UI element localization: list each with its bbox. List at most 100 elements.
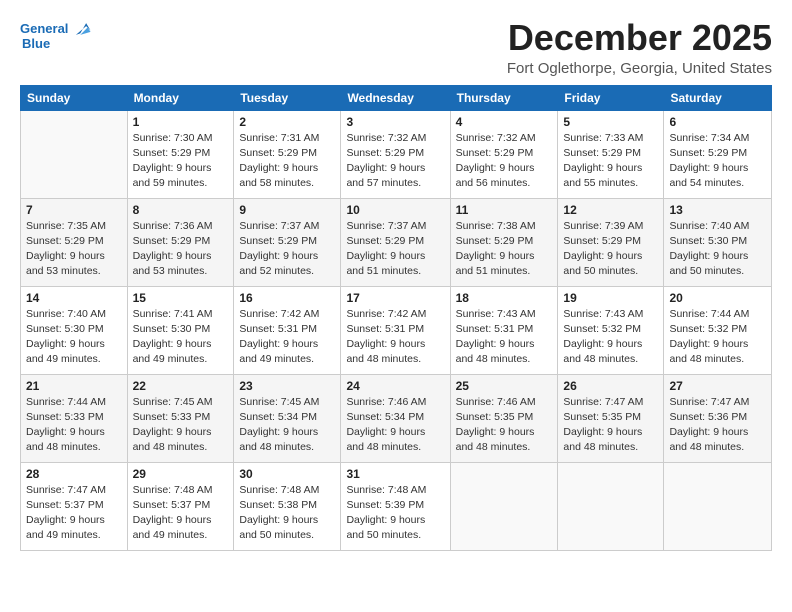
day-number: 29	[133, 467, 229, 481]
day-number: 12	[563, 203, 658, 217]
day-cell: 10 Sunrise: 7:37 AM Sunset: 5:29 PM Dayli…	[341, 198, 450, 286]
day-cell: 3 Sunrise: 7:32 AM Sunset: 5:29 PM Daylig…	[341, 110, 450, 198]
weekday-header-wednesday: Wednesday	[341, 85, 450, 110]
day-cell: 12 Sunrise: 7:39 AM Sunset: 5:29 PM Dayli…	[558, 198, 664, 286]
day-number: 22	[133, 379, 229, 393]
day-number: 4	[456, 115, 553, 129]
day-cell: 5Sunrise: 7:33 AM Sunset: 5:29 PM Daylig…	[558, 110, 664, 198]
day-cell: 29 Sunrise: 7:48 AM Sunset: 5:37 PM Dayli…	[127, 462, 234, 550]
day-detail: Sunrise: 7:37 AM Sunset: 5:29 PM Dayligh…	[239, 219, 335, 280]
weekday-header-friday: Friday	[558, 85, 664, 110]
day-number: 14	[26, 291, 122, 305]
day-detail: Sunrise: 7:44 AM Sunset: 5:32 PM Dayligh…	[669, 307, 766, 368]
day-cell: 14 Sunrise: 7:40 AM Sunset: 5:30 PM Dayli…	[21, 286, 128, 374]
day-number: 28	[26, 467, 122, 481]
day-cell: 17Sunrise: 7:42 AM Sunset: 5:31 PM Dayli…	[341, 286, 450, 374]
day-number: 23	[239, 379, 335, 393]
logo-text: General	[20, 21, 68, 37]
day-number: 18	[456, 291, 553, 305]
logo: General Blue	[20, 18, 92, 51]
day-detail: Sunrise: 7:48 AM Sunset: 5:37 PM Dayligh…	[133, 483, 229, 544]
day-cell: 24 Sunrise: 7:46 AM Sunset: 5:34 PM Dayli…	[341, 374, 450, 462]
day-number: 24	[346, 379, 444, 393]
day-detail: Sunrise: 7:45 AM Sunset: 5:33 PM Dayligh…	[133, 395, 229, 456]
day-detail: Sunrise: 7:34 AM Sunset: 5:29 PM Dayligh…	[669, 131, 766, 192]
day-detail: Sunrise: 7:37 AM Sunset: 5:29 PM Dayligh…	[346, 219, 444, 280]
day-cell	[21, 110, 128, 198]
weekday-header-row: SundayMondayTuesdayWednesdayThursdayFrid…	[21, 85, 772, 110]
week-row-2: 7Sunrise: 7:35 AM Sunset: 5:29 PM Daylig…	[21, 198, 772, 286]
day-number: 8	[133, 203, 229, 217]
week-row-5: 28 Sunrise: 7:47 AM Sunset: 5:37 PM Dayli…	[21, 462, 772, 550]
title-area: December 2025 Fort Oglethorpe, Georgia, …	[507, 18, 772, 77]
day-number: 31	[346, 467, 444, 481]
day-detail: Sunrise: 7:48 AM Sunset: 5:38 PM Dayligh…	[239, 483, 335, 544]
day-detail: Sunrise: 7:48 AM Sunset: 5:39 PM Dayligh…	[346, 483, 444, 544]
day-number: 30	[239, 467, 335, 481]
day-number: 10	[346, 203, 444, 217]
day-number: 20	[669, 291, 766, 305]
day-number: 11	[456, 203, 553, 217]
day-detail: Sunrise: 7:40 AM Sunset: 5:30 PM Dayligh…	[26, 307, 122, 368]
day-number: 26	[563, 379, 658, 393]
day-cell: 1Sunrise: 7:30 AM Sunset: 5:29 PM Daylig…	[127, 110, 234, 198]
day-detail: Sunrise: 7:45 AM Sunset: 5:34 PM Dayligh…	[239, 395, 335, 456]
logo-icon	[70, 18, 92, 40]
day-number: 16	[239, 291, 335, 305]
day-number: 9	[239, 203, 335, 217]
header: General Blue December 2025 Fort Oglethor…	[20, 18, 772, 77]
day-number: 15	[133, 291, 229, 305]
day-cell: 7Sunrise: 7:35 AM Sunset: 5:29 PM Daylig…	[21, 198, 128, 286]
day-cell: 18 Sunrise: 7:43 AM Sunset: 5:31 PM Dayli…	[450, 286, 558, 374]
day-cell: 11Sunrise: 7:38 AM Sunset: 5:29 PM Dayli…	[450, 198, 558, 286]
day-number: 3	[346, 115, 444, 129]
month-title: December 2025	[507, 18, 772, 58]
day-number: 21	[26, 379, 122, 393]
page: General Blue December 2025 Fort Oglethor…	[0, 0, 792, 612]
day-number: 27	[669, 379, 766, 393]
day-number: 19	[563, 291, 658, 305]
day-cell: 22 Sunrise: 7:45 AM Sunset: 5:33 PM Dayli…	[127, 374, 234, 462]
day-cell: 31 Sunrise: 7:48 AM Sunset: 5:39 PM Dayli…	[341, 462, 450, 550]
day-detail: Sunrise: 7:39 AM Sunset: 5:29 PM Dayligh…	[563, 219, 658, 280]
day-detail: Sunrise: 7:43 AM Sunset: 5:31 PM Dayligh…	[456, 307, 553, 368]
day-detail: Sunrise: 7:47 AM Sunset: 5:36 PM Dayligh…	[669, 395, 766, 456]
day-detail: Sunrise: 7:40 AM Sunset: 5:30 PM Dayligh…	[669, 219, 766, 280]
day-number: 13	[669, 203, 766, 217]
day-cell: 16 Sunrise: 7:42 AM Sunset: 5:31 PM Dayli…	[234, 286, 341, 374]
week-row-4: 21Sunrise: 7:44 AM Sunset: 5:33 PM Dayli…	[21, 374, 772, 462]
day-detail: Sunrise: 7:36 AM Sunset: 5:29 PM Dayligh…	[133, 219, 229, 280]
day-detail: Sunrise: 7:31 AM Sunset: 5:29 PM Dayligh…	[239, 131, 335, 192]
weekday-header-tuesday: Tuesday	[234, 85, 341, 110]
day-number: 1	[133, 115, 229, 129]
day-cell: 26 Sunrise: 7:47 AM Sunset: 5:35 PM Dayli…	[558, 374, 664, 462]
day-cell: 21Sunrise: 7:44 AM Sunset: 5:33 PM Dayli…	[21, 374, 128, 462]
week-row-3: 14 Sunrise: 7:40 AM Sunset: 5:30 PM Dayli…	[21, 286, 772, 374]
day-detail: Sunrise: 7:32 AM Sunset: 5:29 PM Dayligh…	[346, 131, 444, 192]
day-detail: Sunrise: 7:41 AM Sunset: 5:30 PM Dayligh…	[133, 307, 229, 368]
day-cell	[450, 462, 558, 550]
day-number: 2	[239, 115, 335, 129]
day-cell: 8 Sunrise: 7:36 AM Sunset: 5:29 PM Daylig…	[127, 198, 234, 286]
day-cell: 28 Sunrise: 7:47 AM Sunset: 5:37 PM Dayli…	[21, 462, 128, 550]
day-detail: Sunrise: 7:42 AM Sunset: 5:31 PM Dayligh…	[239, 307, 335, 368]
day-cell: 13 Sunrise: 7:40 AM Sunset: 5:30 PM Dayli…	[664, 198, 772, 286]
day-detail: Sunrise: 7:32 AM Sunset: 5:29 PM Dayligh…	[456, 131, 553, 192]
week-row-1: 1Sunrise: 7:30 AM Sunset: 5:29 PM Daylig…	[21, 110, 772, 198]
day-detail: Sunrise: 7:42 AM Sunset: 5:31 PM Dayligh…	[346, 307, 444, 368]
day-cell: 25 Sunrise: 7:46 AM Sunset: 5:35 PM Dayli…	[450, 374, 558, 462]
day-detail: Sunrise: 7:46 AM Sunset: 5:35 PM Dayligh…	[456, 395, 553, 456]
day-detail: Sunrise: 7:47 AM Sunset: 5:35 PM Dayligh…	[563, 395, 658, 456]
day-detail: Sunrise: 7:46 AM Sunset: 5:34 PM Dayligh…	[346, 395, 444, 456]
weekday-header-saturday: Saturday	[664, 85, 772, 110]
day-detail: Sunrise: 7:47 AM Sunset: 5:37 PM Dayligh…	[26, 483, 122, 544]
day-detail: Sunrise: 7:33 AM Sunset: 5:29 PM Dayligh…	[563, 131, 658, 192]
day-detail: Sunrise: 7:43 AM Sunset: 5:32 PM Dayligh…	[563, 307, 658, 368]
day-cell	[558, 462, 664, 550]
day-number: 6	[669, 115, 766, 129]
weekday-header-sunday: Sunday	[21, 85, 128, 110]
day-number: 25	[456, 379, 553, 393]
day-number: 7	[26, 203, 122, 217]
day-cell: 30 Sunrise: 7:48 AM Sunset: 5:38 PM Dayli…	[234, 462, 341, 550]
day-cell: 9 Sunrise: 7:37 AM Sunset: 5:29 PM Daylig…	[234, 198, 341, 286]
